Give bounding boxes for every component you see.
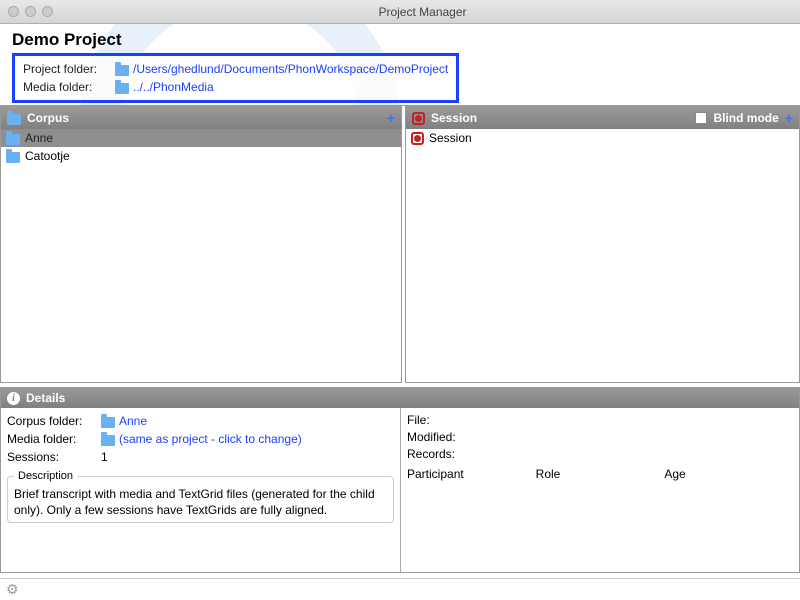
folder-icon (101, 435, 115, 446)
blind-mode-label: Blind mode (713, 111, 778, 125)
corpus-list[interactable]: Anne Catootje (1, 129, 401, 382)
description-legend: Description (14, 470, 77, 482)
folder-icon (101, 417, 115, 428)
folder-icon (115, 65, 129, 76)
details-panel: i Details Corpus folder: Anne Media fold… (0, 387, 800, 573)
window-title: Project Manager (53, 5, 792, 19)
col-role: Role (536, 467, 665, 481)
session-panel-title: Session (431, 111, 477, 125)
folder-icon (6, 134, 20, 145)
blind-mode-checkbox[interactable] (695, 112, 707, 124)
project-folder-label: Project folder: (23, 60, 111, 78)
gear-icon[interactable]: ⚙ (6, 581, 19, 598)
details-right: File: Modified: Records: Participant Rol… (401, 408, 799, 572)
session-panel: Session Blind mode + Session (405, 106, 800, 383)
project-header: Demo Project Project folder: /Users/ghed… (0, 24, 800, 105)
add-session-button[interactable]: + (785, 110, 793, 126)
corpus-folder-value[interactable]: Anne (119, 412, 147, 430)
project-name: Demo Project (12, 30, 788, 50)
participant-columns: Participant Role Age (407, 467, 793, 481)
sessions-count-label: Sessions: (7, 448, 97, 466)
list-item-label: Session (429, 131, 472, 145)
corpus-panel-header: Corpus + (1, 107, 401, 129)
details-title: Details (26, 391, 65, 405)
folders-highlight-box: Project folder: /Users/ghedlund/Document… (12, 53, 459, 103)
main-split: Corpus + Anne Catootje Session Blind mod… (0, 105, 800, 383)
close-icon[interactable] (8, 6, 19, 17)
corpus-panel-title: Corpus (27, 111, 69, 125)
corpus-panel: Corpus + Anne Catootje (0, 106, 402, 383)
add-corpus-button[interactable]: + (387, 110, 395, 126)
list-item-label: Catootje (25, 149, 70, 163)
col-age: Age (664, 467, 793, 481)
session-panel-header: Session Blind mode + (406, 107, 799, 129)
folder-icon (7, 114, 21, 125)
description-text[interactable]: Brief transcript with media and TextGrid… (14, 486, 387, 518)
window-titlebar: Project Manager (0, 0, 800, 24)
folder-icon (6, 152, 20, 163)
media-folder-path[interactable]: ../../PhonMedia (133, 78, 214, 96)
info-icon: i (7, 392, 20, 405)
folder-icon (115, 83, 129, 94)
description-fieldset: Description Brief transcript with media … (7, 470, 394, 523)
details-header: i Details (1, 388, 799, 408)
details-left: Corpus folder: Anne Media folder: (same … (1, 408, 401, 572)
zoom-icon[interactable] (42, 6, 53, 17)
status-bar: ⚙ (0, 578, 800, 600)
project-folder-row: Project folder: /Users/ghedlund/Document… (23, 60, 448, 78)
details-media-folder-value[interactable]: (same as project - click to change) (119, 430, 302, 448)
corpus-item-catootje[interactable]: Catootje (1, 147, 401, 165)
file-label: File: (407, 412, 793, 429)
media-folder-label: Media folder: (23, 78, 111, 96)
modified-label: Modified: (407, 429, 793, 446)
list-item-label: Anne (25, 131, 53, 145)
col-participant: Participant (407, 467, 536, 481)
session-icon (411, 132, 424, 145)
details-media-folder-label: Media folder: (7, 430, 97, 448)
session-list[interactable]: Session (406, 129, 799, 382)
minimize-icon[interactable] (25, 6, 36, 17)
corpus-folder-label: Corpus folder: (7, 412, 97, 430)
traffic-lights (8, 6, 53, 17)
media-folder-row: Media folder: ../../PhonMedia (23, 78, 448, 96)
session-icon (412, 112, 425, 125)
corpus-item-anne[interactable]: Anne (1, 129, 401, 147)
records-label: Records: (407, 446, 793, 463)
project-folder-path[interactable]: /Users/ghedlund/Documents/PhonWorkspace/… (133, 60, 448, 78)
sessions-count-value: 1 (101, 448, 108, 466)
session-item[interactable]: Session (406, 129, 799, 147)
